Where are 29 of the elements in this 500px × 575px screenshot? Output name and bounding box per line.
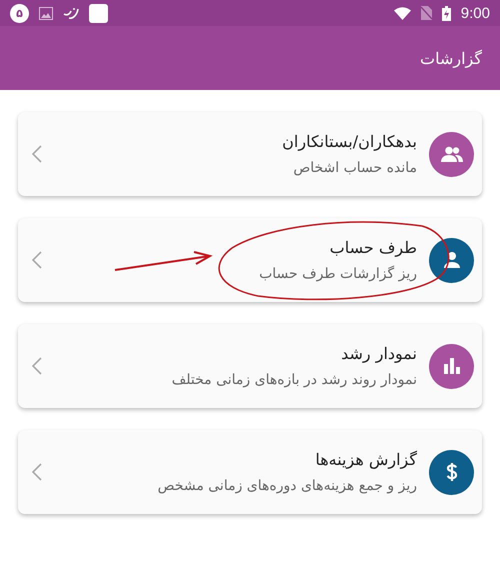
- person-icon: [444, 252, 460, 268]
- chevron-left-icon: [32, 463, 42, 481]
- report-card[interactable]: نمودار رشد نمودار روند رشد در بازه‌های زمانی مختلف: [18, 324, 482, 408]
- image-icon: [39, 6, 53, 20]
- people-icon: [440, 146, 462, 162]
- report-card[interactable]: بدهکاران/بستانکاران مانده حساب اشخاص: [18, 112, 482, 196]
- report-card[interactable]: طرف حساب ریز گزارشات طرف حساب: [18, 218, 482, 302]
- chevron-left-icon: [32, 251, 42, 269]
- script-logo-icon: [63, 6, 79, 20]
- report-title: گزارش هزینه‌ها: [314, 450, 417, 469]
- chevron-left-icon: [32, 357, 42, 375]
- report-card[interactable]: گزارش هزینه‌ها ریز و جمع هزینه‌های دوره‌های زمانی مشخص: [18, 430, 482, 514]
- square-icon: [89, 4, 108, 22]
- report-title: بدهکاران/بستانکاران: [281, 132, 417, 151]
- report-subtitle: ریز و جمع هزینه‌های دوره‌های زمانی مشخص: [156, 478, 417, 494]
- no-sim-icon: [420, 6, 432, 20]
- dollar-icon: [446, 462, 458, 482]
- wifi-icon: [394, 6, 411, 20]
- report-subtitle: نمودار روند رشد در بازه‌های زمانی مختلف: [170, 372, 417, 388]
- report-title: نمودار رشد: [340, 344, 417, 363]
- report-subtitle: مانده حساب اشخاص: [292, 160, 417, 176]
- notification-count: ۵: [10, 4, 29, 22]
- bar-chart-icon: [444, 358, 460, 374]
- battery-charging-icon: [442, 6, 451, 20]
- clock-time: 9:00: [460, 4, 490, 22]
- report-title: طرف حساب: [328, 238, 417, 257]
- app-bar-title: گزارشات: [420, 48, 482, 68]
- report-subtitle: ریز گزارشات طرف حساب: [258, 266, 417, 282]
- chevron-left-icon: [32, 145, 42, 163]
